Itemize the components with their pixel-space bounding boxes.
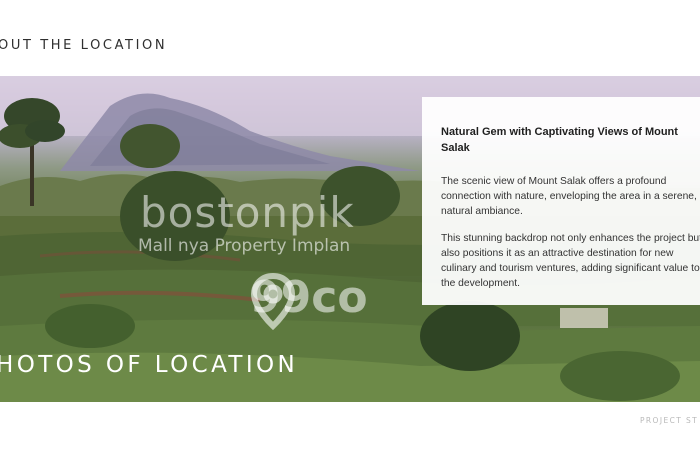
location-pin-icon [250,272,296,330]
watermark-brand-text: bostonpik [140,188,355,237]
info-card-title: Natural Gem with Captivating Views of Mo… [441,126,678,154]
info-card-paragraph-2: This stunning backdrop not only enhances… [441,233,700,289]
watermark-tagline-text: Mall nya Property Implan [138,236,351,256]
watermark-99co: 99co [250,272,368,330]
page-header-title: OUT THE LOCATION [0,38,168,53]
info-card-paragraph-1: The scenic view of Mount Salak offers a … [441,176,697,217]
footer-label: PROJECT ST [640,416,699,425]
info-card: Natural Gem with Captivating Views of Mo… [422,97,700,305]
section-title: HOTOS OF LOCATION [0,352,299,378]
